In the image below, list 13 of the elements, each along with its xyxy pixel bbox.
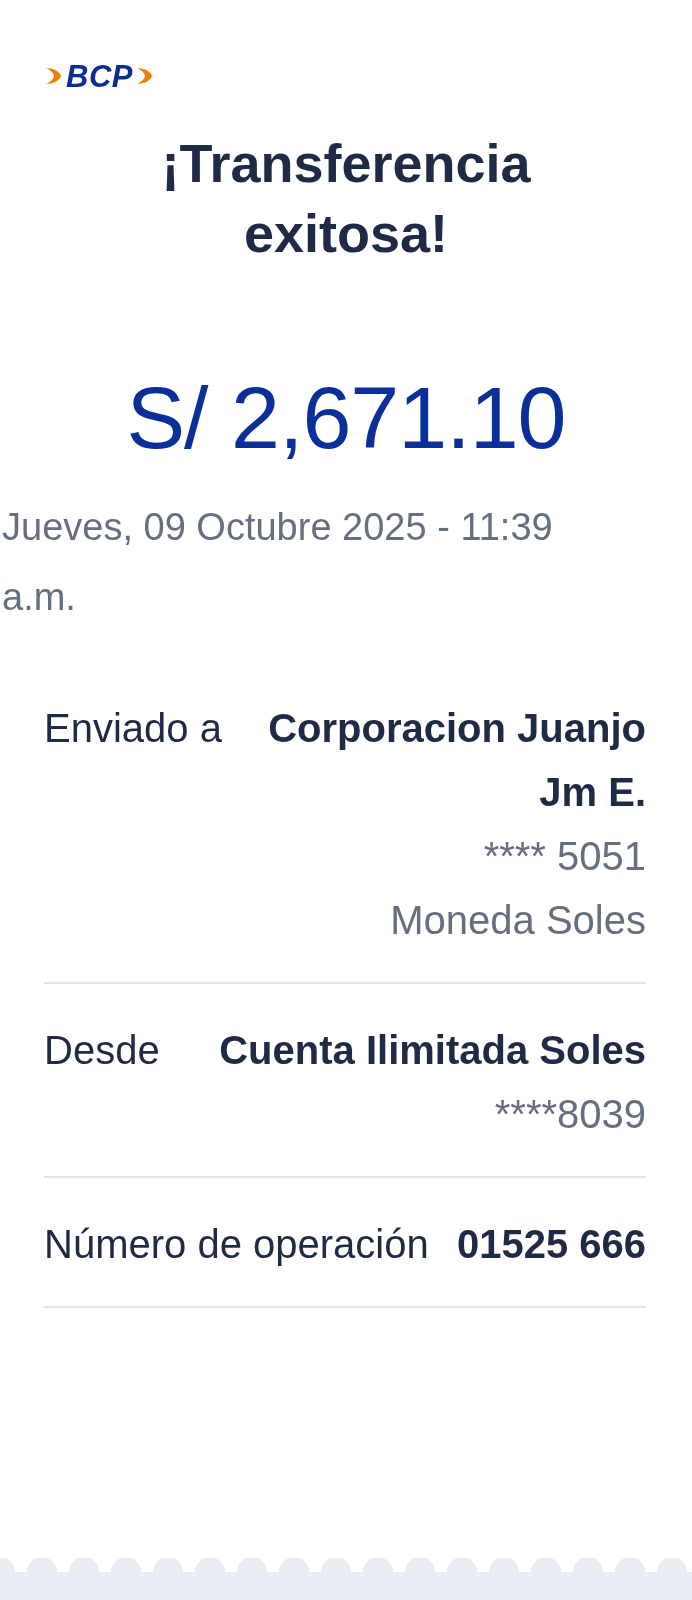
title: ¡Transferencia exitosa! bbox=[160, 132, 532, 265]
detail-label: Número de operación bbox=[44, 1221, 429, 1268]
detail-value: ****8039 bbox=[494, 1091, 646, 1138]
detail-value: Moneda Soles bbox=[390, 897, 646, 944]
date-time: Jueves, 09 Octubre 2025 - 11:39 a.m. bbox=[2, 505, 554, 620]
detail-value: Cuenta Ilimitada Soles bbox=[219, 1027, 646, 1074]
amount: S/ 2,671.10 bbox=[126, 368, 566, 468]
detail-value: **** 5051 bbox=[483, 833, 646, 880]
detail-value: 01525 666 bbox=[456, 1221, 646, 1268]
detail-value: Corporacion Juanjo Jm E. bbox=[267, 705, 646, 816]
detail-label: Desde bbox=[44, 1027, 160, 1074]
logo: BCP bbox=[66, 60, 133, 92]
detail-label: Enviado a bbox=[44, 705, 222, 752]
